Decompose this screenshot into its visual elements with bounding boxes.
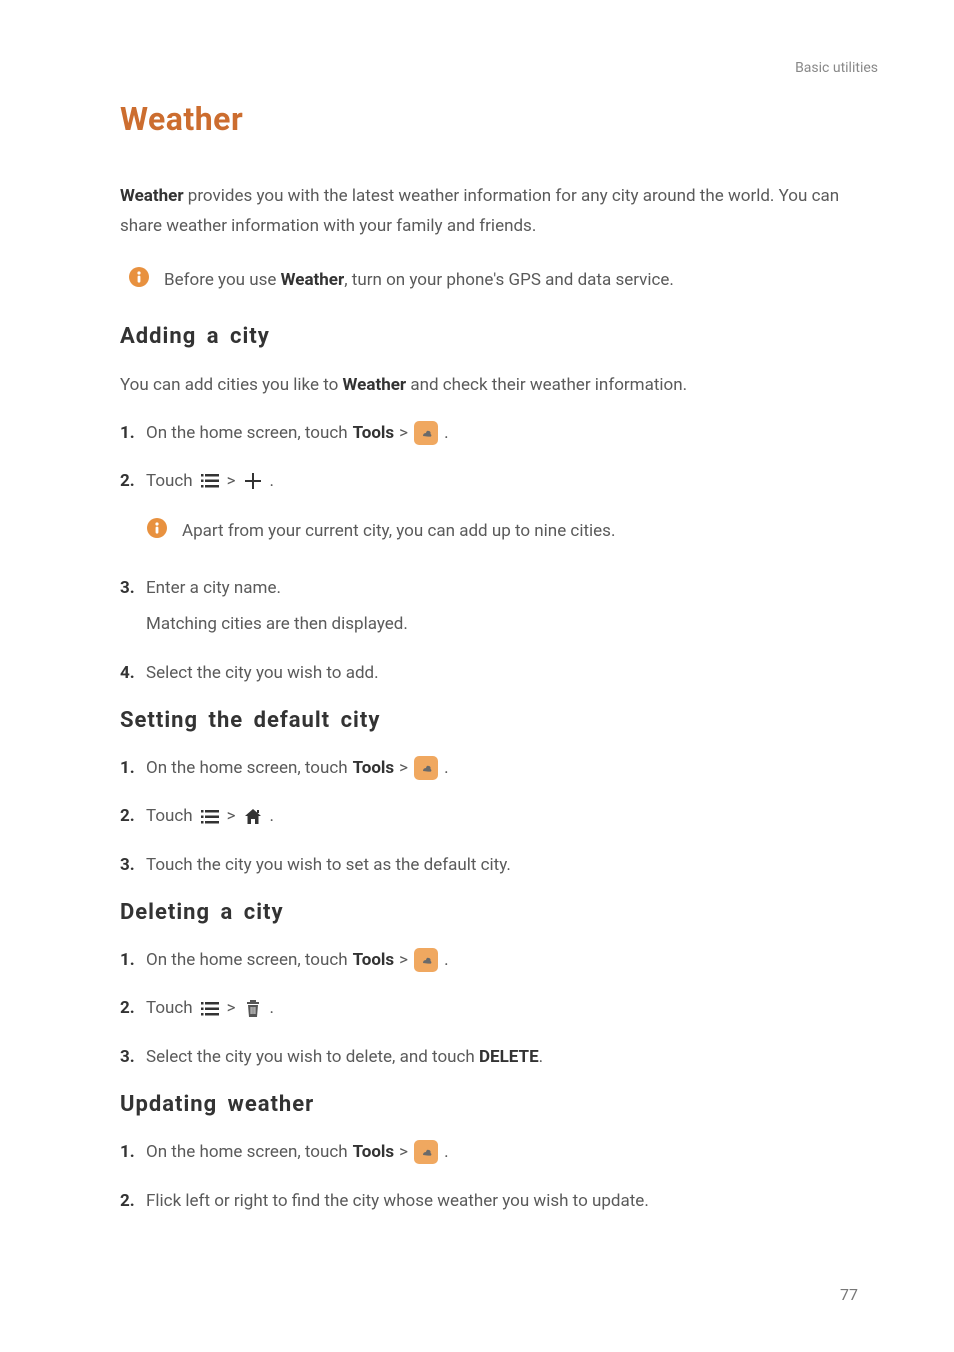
dstep2-post: .: [270, 803, 274, 829]
delstep3-post: .: [539, 1047, 543, 1067]
weather-app-icon: [414, 756, 438, 780]
ustep1-gt: >: [399, 1139, 408, 1165]
ustep1-post: .: [444, 1139, 448, 1165]
callout-nine-text: Apart from your current city, you can ad…: [182, 519, 615, 545]
delstep3-pre: Select the city you wish to delete, and …: [146, 1047, 479, 1067]
ustep1-pre: On the home screen, touch: [146, 1139, 348, 1165]
menu-list-icon: [198, 997, 222, 1021]
weather-app-icon: [414, 1140, 438, 1164]
callout-gps-post: , turn on your phone's GPS and data serv…: [344, 270, 674, 290]
adding-intro-bold: Weather: [343, 375, 407, 395]
adding-step-3: Enter a city name. Matching cities are t…: [120, 575, 858, 638]
ustep2-text: Flick left or right to find the city who…: [146, 1191, 649, 1211]
callout-gps-bold: Weather: [281, 270, 345, 290]
menu-list-icon: [198, 469, 222, 493]
gps-callout: Before you use Weather, turn on your pho…: [128, 266, 858, 297]
delstep2-mid: >: [227, 995, 236, 1021]
updating-steps: On the home screen, touch Tools > . Flic…: [120, 1139, 858, 1214]
ustep1-bold: Tools: [353, 1139, 395, 1165]
default-step-3: Touch the city you wish to set as the de…: [120, 852, 858, 878]
deleting-step-1: On the home screen, touch Tools > .: [120, 947, 858, 973]
dstep3-text: Touch the city you wish to set as the de…: [146, 855, 511, 875]
updating-weather-heading: Updating weather: [120, 1092, 858, 1117]
updating-step-1: On the home screen, touch Tools > .: [120, 1139, 858, 1165]
nine-cities-callout: Apart from your current city, you can ad…: [146, 517, 858, 548]
delstep3-bold: DELETE: [479, 1047, 539, 1067]
delstep1-pre: On the home screen, touch: [146, 947, 348, 973]
intro-text: provides you with the latest weather inf…: [120, 186, 839, 236]
menu-list-icon: [198, 805, 222, 829]
dstep1-gt: >: [399, 755, 408, 781]
dstep1-bold: Tools: [353, 755, 395, 781]
home-icon: [241, 805, 265, 829]
info-icon: [128, 266, 150, 297]
adding-step-2: Touch >: [120, 468, 858, 494]
step3-line2: Matching cities are then displayed.: [146, 611, 858, 637]
callout-gps-pre: Before you use: [164, 270, 281, 290]
dstep1-pre: On the home screen, touch: [146, 755, 348, 781]
delstep1-post: .: [444, 947, 448, 973]
delstep1-bold: Tools: [353, 947, 395, 973]
delstep2-pre: Touch: [146, 995, 193, 1021]
step1-pre: On the home screen, touch: [146, 420, 348, 446]
deleting-step-2: Touch >: [120, 995, 858, 1021]
step2-post: .: [270, 468, 274, 494]
default-city-steps: On the home screen, touch Tools > . Touc…: [120, 755, 858, 878]
step1-post: .: [444, 420, 448, 446]
weather-app-name: Weather: [120, 186, 184, 206]
trash-icon: [241, 997, 265, 1021]
adding-intro-pre: You can add cities you like to: [120, 375, 343, 395]
delstep2-post: .: [270, 995, 274, 1021]
default-city-heading: Setting the default city: [120, 708, 858, 733]
adding-city-intro: You can add cities you like to Weather a…: [120, 371, 858, 400]
dstep2-mid: >: [227, 803, 236, 829]
adding-step-1: On the home screen, touch Tools > .: [120, 420, 858, 446]
intro-paragraph: Weather provides you with the latest wea…: [120, 182, 858, 242]
step1-gt: >: [399, 420, 408, 446]
step2-pre: Touch: [146, 468, 193, 494]
page-number: 77: [840, 1285, 858, 1304]
adding-steps-part2: Enter a city name. Matching cities are t…: [120, 575, 858, 686]
adding-city-heading: Adding a city: [120, 324, 858, 349]
weather-app-icon: [414, 948, 438, 972]
step1-bold: Tools: [353, 420, 395, 446]
updating-step-2: Flick left or right to find the city who…: [120, 1188, 858, 1214]
default-step-2: Touch >: [120, 803, 858, 829]
deleting-city-heading: Deleting a city: [120, 900, 858, 925]
page-title: Weather: [120, 100, 858, 138]
adding-steps-part1: On the home screen, touch Tools > . Touc…: [120, 420, 858, 495]
default-step-1: On the home screen, touch Tools > .: [120, 755, 858, 781]
dstep2-pre: Touch: [146, 803, 193, 829]
step3-line1: Enter a city name.: [146, 575, 858, 601]
adding-step-4: Select the city you wish to add.: [120, 660, 858, 686]
weather-app-icon: [414, 421, 438, 445]
step2-mid: >: [227, 468, 236, 494]
dstep1-post: .: [444, 755, 448, 781]
adding-intro-post: and check their weather information.: [406, 375, 687, 395]
deleting-steps: On the home screen, touch Tools > . Touc…: [120, 947, 858, 1070]
deleting-step-3: Select the city you wish to delete, and …: [120, 1044, 858, 1070]
info-icon: [146, 517, 168, 548]
delstep1-gt: >: [399, 947, 408, 973]
plus-icon: [241, 469, 265, 493]
step4-text: Select the city you wish to add.: [146, 663, 379, 683]
breadcrumb: Basic utilities: [120, 60, 878, 76]
